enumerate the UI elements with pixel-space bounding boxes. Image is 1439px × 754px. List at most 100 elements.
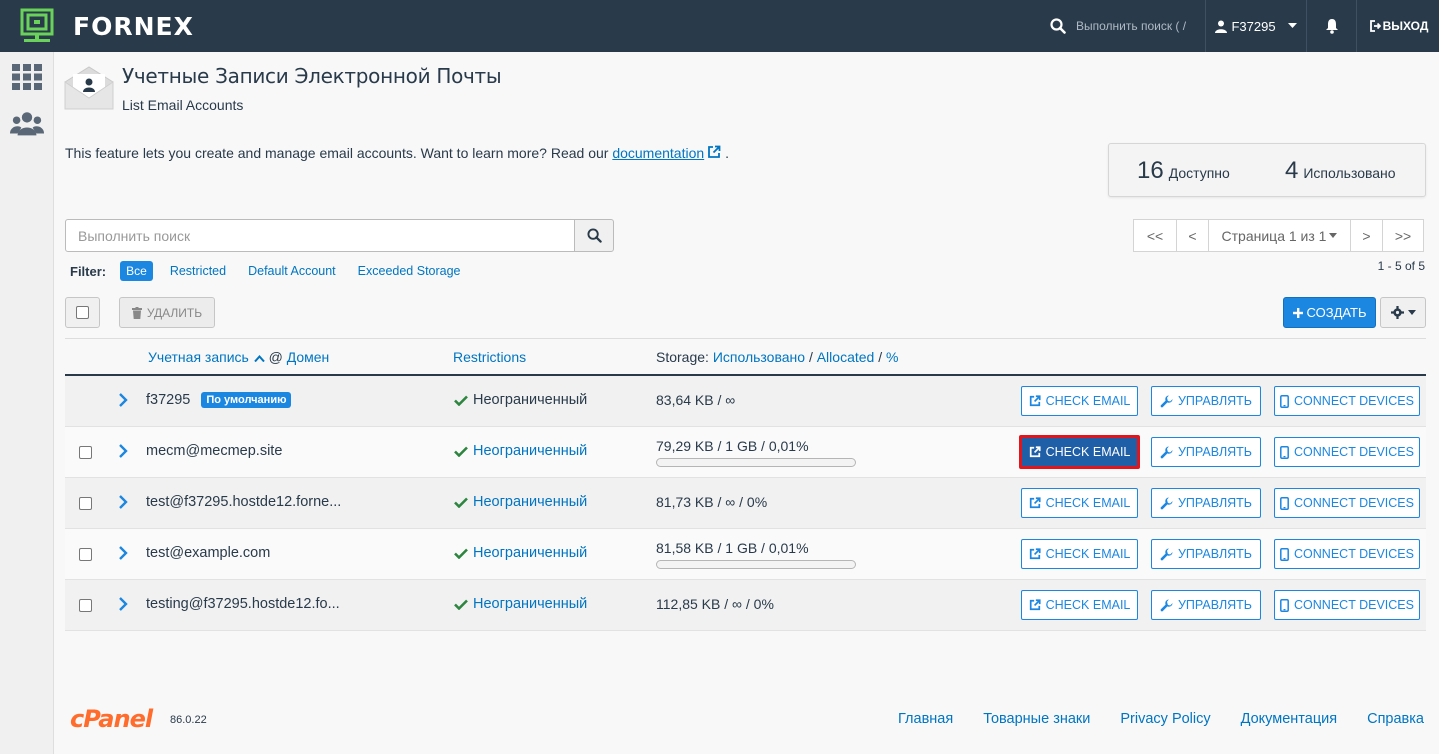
available-label: Доступно [1168,165,1230,181]
manage-label: УПРАВЛЯТЬ [1177,445,1253,459]
filter-restricted[interactable]: Restricted [170,264,226,278]
footer-link-home[interactable]: Главная [898,711,953,727]
connect-devices-button[interactable]: CONNECT DEVICES [1274,386,1420,416]
table-row: test@f37295.hostde12.forne... Неограничен… [65,478,1426,529]
fornex-logo-icon [20,8,54,42]
filter-exceeded-storage[interactable]: Exceeded Storage [358,264,461,278]
cpanel-logo[interactable]: cPanel [70,705,153,733]
manage-button[interactable]: УПРАВЛЯТЬ [1151,437,1261,467]
connect-devices-button[interactable]: CONNECT DEVICES [1274,539,1420,569]
sidebar-item-tools[interactable] [10,60,44,94]
delete-label: УДАЛИТЬ [146,305,203,320]
footer-link-trademarks[interactable]: Товарные знаки [983,711,1090,727]
first-page-button[interactable]: << [1133,219,1177,252]
logout-icon [1369,20,1381,32]
global-search[interactable]: Выполнить поиск ( / [1038,0,1206,52]
account-search-input[interactable]: Выполнить поиск [65,219,575,252]
logout-button[interactable]: ВЫХОД [1358,0,1439,52]
prev-page-button[interactable]: < [1176,219,1209,252]
notifications-button[interactable] [1307,0,1357,52]
filter-all[interactable]: Все [120,261,153,281]
account-name: testing@f37295.hostde12.fo... [146,596,340,612]
manage-button[interactable]: УПРАВЛЯТЬ [1151,386,1261,416]
mobile-device-icon [1280,547,1289,561]
checkmark-icon [454,395,468,406]
next-page-button[interactable]: > [1350,219,1383,252]
select-all-checkbox[interactable] [65,297,100,328]
connect-devices-button[interactable]: CONNECT DEVICES [1274,488,1420,518]
restriction-cell: Неограниченный [454,392,587,408]
manage-button[interactable]: УПРАВЛЯТЬ [1151,539,1261,569]
table-header: Учетная запись @ Домен Restrictions Stor… [65,338,1426,376]
chevron-right-icon [119,495,128,509]
sort-restrictions-link[interactable]: Restrictions [453,349,526,365]
user-menu[interactable]: F37295 [1206,0,1307,52]
connect-devices-label: CONNECT DEVICES [1294,547,1414,561]
intro-text: This feature lets you create and manage … [65,145,729,161]
sidebar-item-users[interactable] [10,107,44,141]
users-icon [10,112,44,136]
search-icon [1050,18,1066,34]
search-button[interactable] [574,219,614,252]
page-select-label: Страница 1 из 1 [1221,227,1327,244]
sort-percent-link[interactable]: % [886,349,898,365]
restriction-status[interactable]: Неограниченный [473,596,587,612]
checkmark-icon [454,599,468,610]
brand-name: FORNEX [73,11,194,41]
manage-button[interactable]: УПРАВЛЯТЬ [1151,590,1261,620]
page-subtitle: List Email Accounts [122,97,244,113]
sort-domain-link[interactable]: Домен [287,349,330,365]
row-checkbox[interactable] [79,497,92,510]
restriction-status[interactable]: Неограниченный [473,443,587,459]
expand-row-button[interactable] [116,391,130,409]
storage-usage: 81,58 KB / 1 GB / 0,01% [656,540,809,556]
manage-button[interactable]: УПРАВЛЯТЬ [1151,488,1261,518]
connect-devices-button[interactable]: CONNECT DEVICES [1274,437,1420,467]
delete-button[interactable]: УДАЛИТЬ [119,297,215,328]
row-checkbox[interactable] [79,548,92,561]
mobile-device-icon [1280,598,1289,612]
restriction-status[interactable]: Неограниченный [473,494,587,510]
footer-link-documentation[interactable]: Документация [1241,711,1337,727]
username: F37295 [1231,18,1276,34]
settings-dropdown-button[interactable] [1380,297,1426,328]
row-checkbox[interactable] [79,599,92,612]
brand-logo[interactable]: FORNEX [20,8,194,44]
expand-row-button[interactable] [116,442,130,460]
storage-sep-1: / [808,349,813,365]
create-button[interactable]: СОЗДАТЬ [1283,297,1376,328]
col-at-sign: @ [268,349,283,365]
user-icon [1215,20,1228,33]
account-name: mecm@mecmep.site [146,443,283,459]
expand-row-button[interactable] [116,544,130,562]
manage-label: УПРАВЛЯТЬ [1177,598,1253,612]
filter-default-account[interactable]: Default Account [248,264,336,278]
sort-allocated-link[interactable]: Allocated [817,349,875,365]
footer-link-help[interactable]: Справка [1367,711,1424,727]
check-email-button[interactable]: CHECK EMAIL [1021,539,1138,569]
account-cell: f37295 По умолчанию [146,392,292,408]
storage-usage: 81,73 KB / ∞ / 0% [656,494,768,510]
sort-account-link[interactable]: Учетная запись [148,349,249,365]
intro-end: . [725,145,729,161]
footer-link-privacy[interactable]: Privacy Policy [1120,711,1210,727]
wrench-icon [1160,394,1173,407]
row-checkbox[interactable] [79,446,92,459]
expand-row-button[interactable] [116,493,130,511]
external-link-icon [708,145,721,158]
check-email-button[interactable]: CHECK EMAIL [1021,488,1138,518]
check-email-button[interactable]: CHECK EMAIL [1021,386,1138,416]
restriction-status: Неограниченный [473,392,588,408]
connect-devices-button[interactable]: CONNECT DEVICES [1274,590,1420,620]
chevron-right-icon [119,597,128,611]
restriction-status[interactable]: Неограниченный [473,545,587,561]
page-select[interactable]: Страница 1 из 1 [1208,219,1351,252]
table-row: f37295 По умолчанию Неограниченный 83,64 KB… [65,376,1426,427]
check-email-button[interactable]: CHECK EMAIL [1019,435,1140,469]
last-page-button[interactable]: >> [1382,219,1424,252]
logout-label: ВЫХОД [1382,19,1429,33]
expand-row-button[interactable] [116,595,130,613]
documentation-link[interactable]: documentation [612,145,704,161]
check-email-button[interactable]: CHECK EMAIL [1021,590,1138,620]
sort-used-link[interactable]: Использовано [713,349,805,365]
